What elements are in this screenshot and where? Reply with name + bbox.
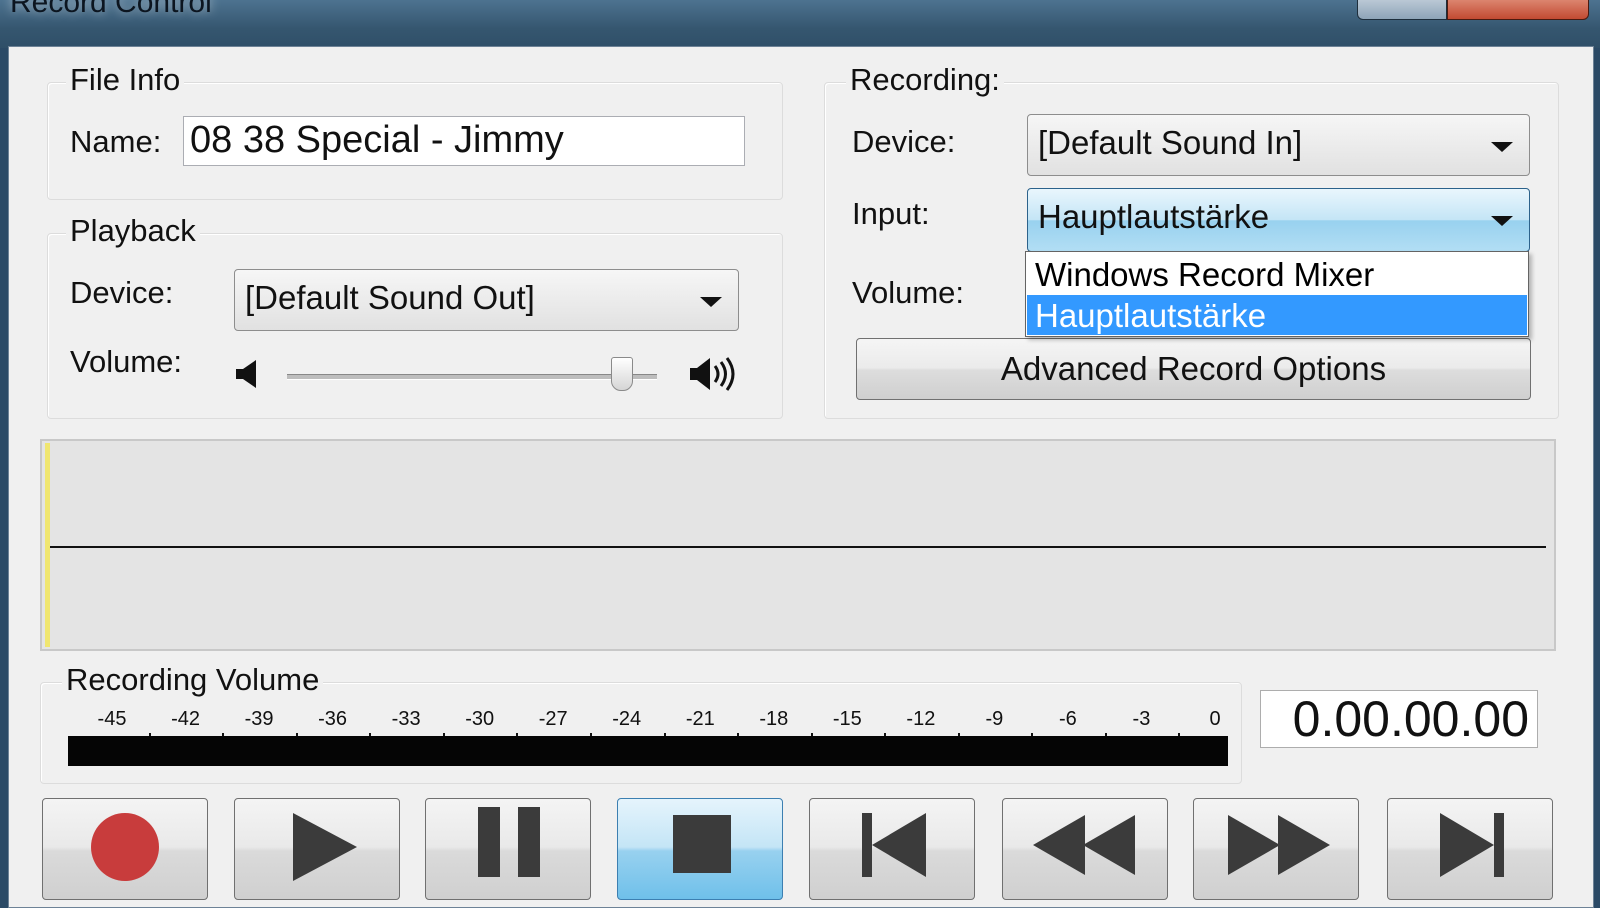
advanced-record-options-button[interactable]: Advanced Record Options [856,338,1531,400]
skip-to-end-button[interactable] [1387,798,1553,900]
title-bar[interactable]: Record Control [0,0,1600,48]
playback-device-value: [Default Sound Out] [245,279,535,316]
meter-tick-label: -12 [906,708,936,730]
meter-scale: -45 -42 -39 -36 -33 -30 -27 -24 -21 -18 -15 -12 -9 -6… [68,708,1228,741]
chevron-down-icon [1491,216,1513,226]
meter-tick-label: -36 [318,708,348,730]
fast-forward-button[interactable] [1193,798,1359,900]
playback-device-select[interactable]: [Default Sound Out] [234,269,739,331]
skip-back-icon [862,813,926,877]
stop-icon [673,815,731,873]
pause-icon [478,807,540,877]
meter-tick-label: -6 [1059,708,1077,730]
file-name-field[interactable]: 08 38 Special - Jimmy [183,116,745,166]
meter-tick-label: -33 [391,708,421,730]
meter-tick-label: -45 [97,708,127,730]
meter-tick-label: 0 [1209,708,1221,730]
window-title: Record Control [10,0,212,19]
meter-tick-label: -21 [685,708,715,730]
recording-input-label: Input: [852,196,930,231]
skip-forward-icon [1440,813,1504,877]
fast-forward-icon [1228,815,1330,875]
name-label: Name: [70,124,162,159]
playback-volume-thumb[interactable] [610,357,633,391]
recording-legend: Recording: [846,62,1004,98]
rewind-button[interactable] [1002,798,1168,900]
meter-tick-label: -15 [832,708,862,730]
recording-device-select[interactable]: [Default Sound In] [1027,114,1530,176]
file-info-legend: File Info [66,62,185,98]
playback-volume-track[interactable] [287,374,657,380]
play-button[interactable] [234,798,400,900]
recording-volume-legend: Recording Volume [62,662,324,698]
waveform-centerline [50,546,1546,548]
meter-tick-label: -39 [244,708,274,730]
playback-volume-label: Volume: [70,344,183,379]
speaker-low-icon [236,360,256,388]
rewind-icon [1033,815,1135,875]
meter-tick-label: -27 [538,708,568,730]
input-dropdown-list[interactable]: Windows Record Mixer Hauptlautstärke [1025,251,1529,337]
close-button[interactable] [1447,0,1589,20]
recording-input-select[interactable]: Hauptlautstärke [1027,188,1530,252]
skip-to-start-button[interactable] [809,798,975,900]
pause-button[interactable] [425,798,591,900]
recording-level-meter [68,736,1228,766]
advanced-record-options-label: Advanced Record Options [1000,350,1387,387]
recording-device-value: [Default Sound In] [1038,124,1303,161]
meter-tick-label: -42 [171,708,200,730]
play-icon [293,813,357,881]
playhead-cursor [45,443,50,647]
dropdown-option-selected[interactable]: Hauptlautstärke [1027,295,1527,335]
dropdown-option[interactable]: Windows Record Mixer [1027,254,1527,294]
meter-tick-label: -3 [1132,708,1151,730]
stop-button[interactable] [617,798,783,900]
minimize-button[interactable] [1357,0,1447,20]
chevron-down-icon [700,297,722,307]
meter-tick-label: -9 [985,708,1004,730]
meter-tick-label: -30 [465,708,495,730]
record-button[interactable] [42,798,208,900]
meter-tick-label: -18 [759,708,789,730]
playback-device-label: Device: [70,275,174,310]
recording-device-label: Device: [852,124,956,159]
waveform-display[interactable] [40,439,1556,651]
recording-volume-label: Volume: [852,275,965,310]
time-display: 0.00.00.00 [1260,690,1538,748]
speaker-high-icon [690,357,735,391]
meter-tick-label: -24 [612,708,642,730]
playback-legend: Playback [66,213,200,249]
record-icon [91,813,159,881]
chevron-down-icon [1491,142,1513,152]
recording-input-value: Hauptlautstärke [1038,198,1270,235]
